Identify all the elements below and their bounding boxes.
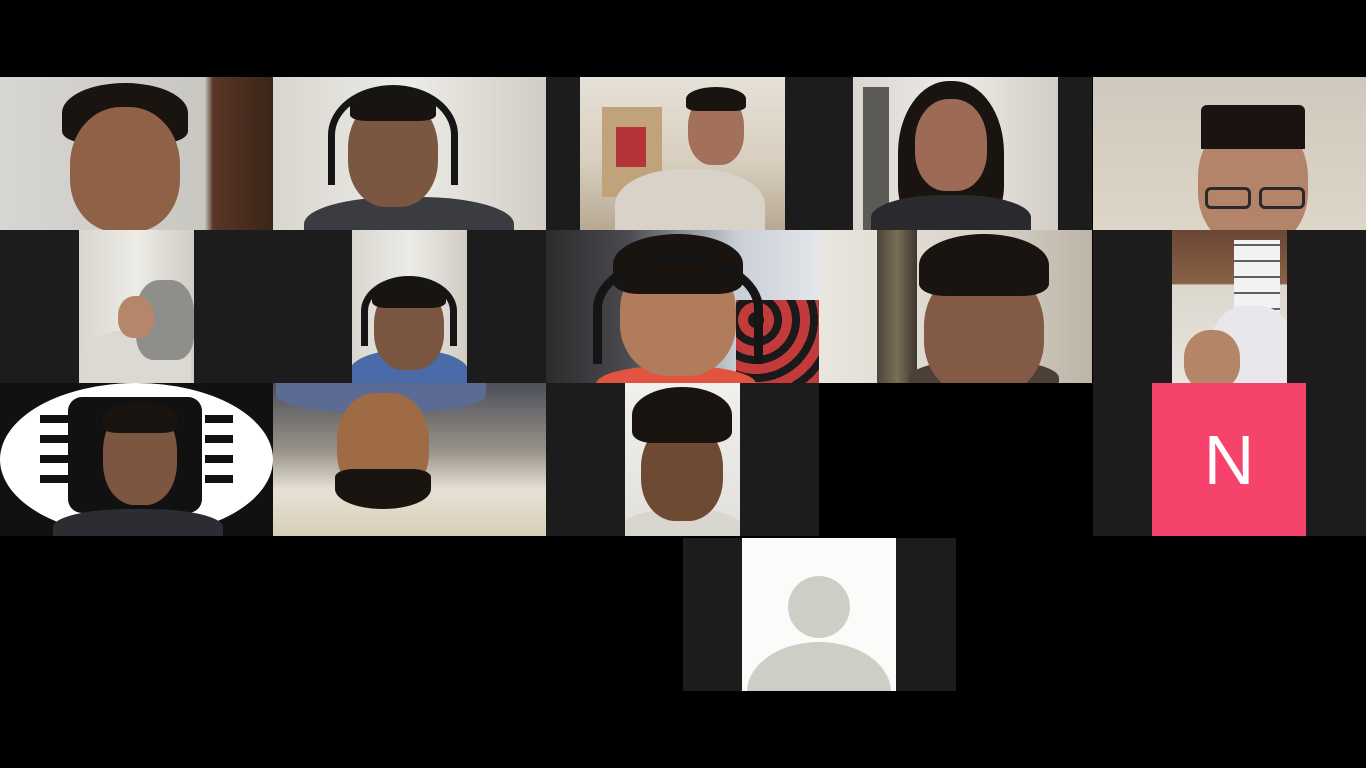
participant-video-10 xyxy=(1172,230,1287,383)
participant-tile-9[interactable] xyxy=(819,230,1092,383)
participant-video-8 xyxy=(546,230,819,383)
participant-tile-14[interactable] xyxy=(819,383,1092,536)
participant-tile-8[interactable] xyxy=(546,230,819,383)
participant-tile-1[interactable] xyxy=(0,77,273,230)
participant-tile-6[interactable] xyxy=(0,230,273,383)
participant-video-4 xyxy=(853,77,1058,230)
participant-video-7 xyxy=(352,230,467,383)
participant-video-9 xyxy=(819,230,1092,383)
virtual-background-chip xyxy=(0,383,273,536)
participant-tile-12[interactable] xyxy=(273,383,546,536)
participant-tile-4[interactable] xyxy=(819,77,1092,230)
participant-video-1 xyxy=(0,77,273,230)
participant-tile-10[interactable] xyxy=(1093,230,1366,383)
participant-video-12 xyxy=(273,383,546,536)
participant-tile-3[interactable] xyxy=(546,77,819,230)
participant-video-3 xyxy=(580,77,785,230)
participant-avatar-15: N xyxy=(1152,383,1306,536)
participant-tile-7[interactable] xyxy=(273,230,546,383)
avatar-initial: N xyxy=(1203,420,1255,499)
participant-video-6 xyxy=(79,230,194,383)
participant-video-5 xyxy=(1093,77,1366,230)
participant-video-13 xyxy=(625,383,740,536)
user-silhouette-icon xyxy=(742,538,896,691)
participant-video-2 xyxy=(273,77,546,230)
participant-tile-13[interactable] xyxy=(546,383,819,536)
participant-tile-2[interactable] xyxy=(273,77,546,230)
participant-tile-11[interactable] xyxy=(0,383,273,536)
participant-tile-5[interactable] xyxy=(1093,77,1366,230)
